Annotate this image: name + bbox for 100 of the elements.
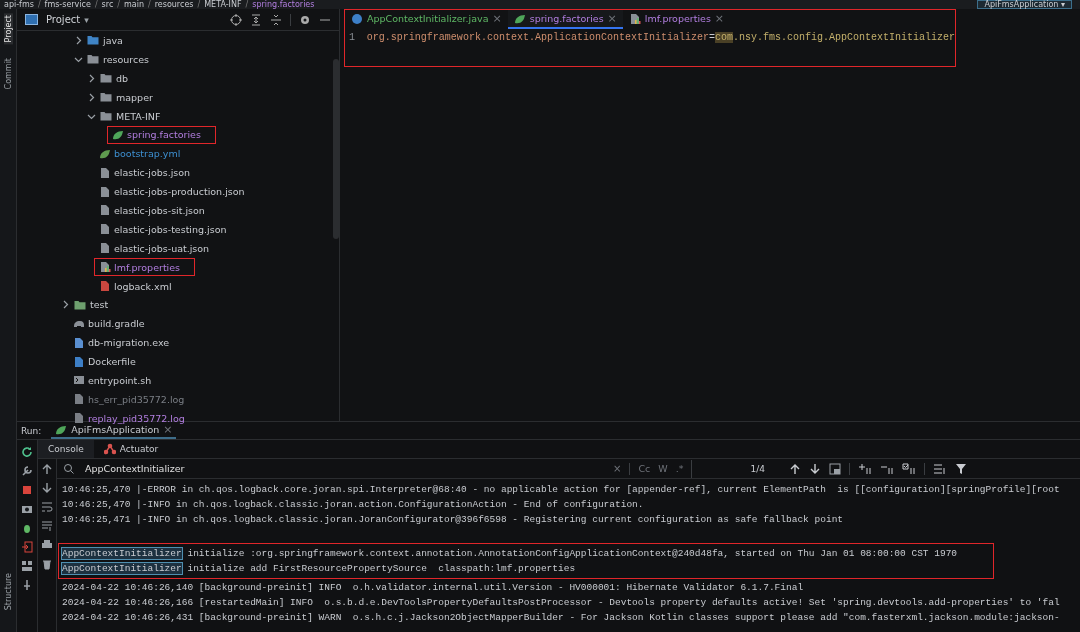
search-option[interactable]: W bbox=[658, 463, 668, 474]
wrench-icon[interactable] bbox=[21, 465, 33, 477]
file-name[interactable]: elastic-jobs-sit.json bbox=[114, 204, 205, 216]
target-icon[interactable] bbox=[230, 13, 242, 26]
file-name[interactable]: elastic-jobs-uat.json bbox=[114, 242, 210, 254]
leaf-icon bbox=[513, 12, 526, 25]
file-icon bbox=[73, 355, 85, 368]
arrow-down-icon[interactable] bbox=[41, 482, 53, 494]
chevron-right-icon[interactable] bbox=[61, 300, 70, 310]
breadcrumb-item[interactable]: api-fms bbox=[4, 0, 34, 9]
close-icon[interactable]: × bbox=[607, 12, 617, 25]
breadcrumb-item[interactable]: META-INF bbox=[204, 0, 242, 9]
folder-icon bbox=[87, 53, 99, 66]
file-icon bbox=[99, 204, 111, 217]
arrow-down-icon[interactable] bbox=[808, 462, 821, 475]
expand-all-icon[interactable] bbox=[250, 13, 262, 26]
chart-file-icon bbox=[99, 261, 111, 274]
caret-icon[interactable]: ▾ bbox=[84, 14, 89, 25]
breadcrumb-item[interactable]: resources bbox=[154, 0, 194, 9]
side-tab[interactable]: Project bbox=[3, 13, 13, 45]
path-separator: / bbox=[148, 0, 151, 9]
breadcrumb-item[interactable]: fms-service bbox=[44, 0, 91, 9]
tab-title[interactable]: lmf.properties bbox=[644, 13, 711, 24]
folder-name[interactable]: java bbox=[103, 34, 123, 46]
path-separator: / bbox=[197, 0, 201, 9]
search-option[interactable]: .* bbox=[675, 463, 684, 474]
window-icon[interactable] bbox=[828, 462, 841, 475]
tab-title[interactable]: spring.factories bbox=[529, 13, 604, 24]
scrollbar[interactable] bbox=[333, 59, 339, 239]
close-icon[interactable]: × bbox=[163, 423, 173, 436]
editor-tab[interactable]: spring.factories × bbox=[507, 10, 623, 29]
rerun-icon[interactable] bbox=[21, 446, 33, 458]
bug-icon[interactable] bbox=[21, 522, 33, 534]
folder-name[interactable]: db bbox=[116, 72, 129, 84]
wrap-icon[interactable] bbox=[41, 501, 53, 513]
file-name[interactable]: Dockerfile bbox=[88, 356, 136, 368]
file-name[interactable]: hs_err_pid35772.log bbox=[88, 393, 185, 405]
folder-name[interactable]: test bbox=[90, 299, 109, 311]
stop-icon[interactable] bbox=[21, 484, 33, 496]
panel-title[interactable]: Project bbox=[46, 14, 81, 25]
collapse-all-icon[interactable] bbox=[270, 13, 282, 26]
file-name[interactable]: elastic-jobs.json bbox=[114, 167, 191, 179]
class-icon bbox=[351, 12, 363, 25]
editor-tab[interactable]: AppContextInitializer.java × bbox=[345, 10, 508, 29]
trash-icon[interactable] bbox=[41, 558, 53, 570]
arrow-up-icon[interactable] bbox=[41, 463, 53, 475]
file-icon bbox=[73, 412, 85, 425]
tab-title[interactable]: AppContextInitializer.java bbox=[367, 13, 489, 24]
close-icon[interactable]: × bbox=[492, 12, 502, 25]
file-name[interactable]: bootstrap.yml bbox=[114, 148, 181, 160]
chevron-right-icon[interactable] bbox=[74, 35, 83, 45]
console-tab[interactable]: Console bbox=[38, 440, 94, 458]
path-separator: / bbox=[245, 0, 249, 9]
select-all-icon[interactable] bbox=[901, 462, 916, 475]
folder-name[interactable]: resources bbox=[103, 53, 150, 65]
close-icon[interactable]: × bbox=[714, 12, 725, 25]
file-icon bbox=[99, 223, 111, 236]
file-name[interactable]: entrypoint.sh bbox=[88, 374, 152, 386]
clear-icon[interactable]: × bbox=[613, 463, 622, 474]
match-count: 1/4 bbox=[750, 463, 765, 474]
add-selection-icon[interactable] bbox=[857, 462, 872, 475]
breadcrumb-item[interactable]: spring.factories bbox=[252, 0, 315, 9]
path-separator: / bbox=[37, 0, 41, 9]
settings-icon[interactable] bbox=[299, 13, 311, 26]
folder-icon bbox=[100, 110, 112, 122]
folder-icon bbox=[74, 298, 86, 311]
side-tab[interactable]: Commit bbox=[3, 56, 13, 92]
file-name[interactable]: logback.xml bbox=[114, 280, 172, 292]
arrow-up-icon[interactable] bbox=[788, 462, 801, 475]
path-separator: / bbox=[94, 0, 98, 9]
filter-icon[interactable] bbox=[954, 462, 967, 475]
folder-icon bbox=[100, 91, 112, 104]
scroll-end-icon[interactable] bbox=[41, 520, 53, 532]
file-name[interactable]: db-migration.exe bbox=[88, 337, 170, 349]
breadcrumb-item[interactable]: src bbox=[101, 0, 114, 9]
search-option[interactable]: Cc bbox=[638, 463, 651, 474]
log-line: 2024-04-22 10:46:26,166 [restartedMain] INFO o.s.b.d.e.DevToolsPropertyDefaultsPostProcessor - Devtools property defaults active! Set 'spring.devtools.add-properties' to 'fal bbox=[62, 597, 1060, 608]
editor-tab[interactable]: lmf.properties × bbox=[622, 10, 731, 29]
leaf-icon bbox=[55, 423, 68, 436]
leaf-icon bbox=[99, 147, 111, 160]
layout-icon[interactable] bbox=[21, 560, 33, 572]
print-icon[interactable] bbox=[41, 539, 53, 551]
file-name[interactable]: elastic-jobs-production.json bbox=[114, 186, 245, 198]
log-line: 10:46:25,470 |-ERROR in ch.qos.logback.core.joran.spi.Interpreter@68:40 - no applicable action for [appender-ref], current ElementPath is [[configuration][springProfile][root bbox=[62, 484, 1060, 495]
list-icon[interactable] bbox=[932, 462, 947, 475]
folder-name[interactable]: META-INF bbox=[116, 110, 161, 122]
breadcrumb-item[interactable]: main bbox=[124, 0, 144, 9]
file-name[interactable]: elastic-jobs-testing.json bbox=[114, 223, 227, 235]
file-name[interactable]: replay_pid35772.log bbox=[88, 412, 185, 424]
pin-icon[interactable] bbox=[21, 579, 33, 591]
camera-icon[interactable] bbox=[21, 503, 33, 515]
exit-icon[interactable] bbox=[21, 541, 33, 553]
folder-icon bbox=[100, 72, 112, 85]
file-icon bbox=[73, 393, 85, 406]
path-separator: / bbox=[117, 0, 120, 9]
search-field[interactable]: AppContextInitializer bbox=[85, 463, 605, 474]
file-name[interactable]: build.gradle bbox=[88, 318, 145, 330]
console-tab[interactable]: Actuator bbox=[93, 440, 169, 458]
side-tab[interactable]: Structure bbox=[3, 570, 13, 612]
folder-name[interactable]: mapper bbox=[116, 91, 153, 103]
